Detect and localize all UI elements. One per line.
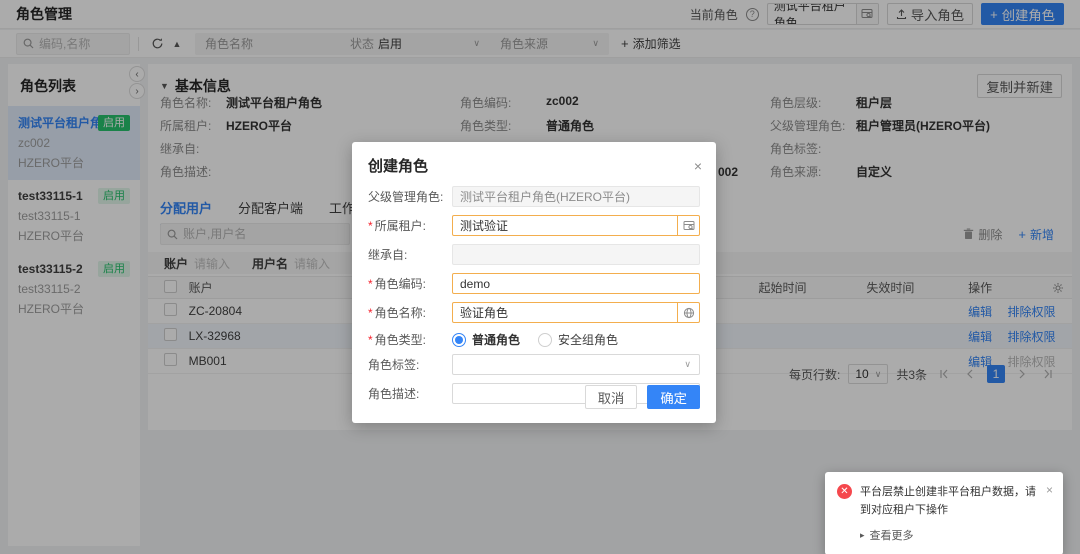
tenant-field[interactable] xyxy=(452,215,700,236)
role-code-field[interactable] xyxy=(452,273,700,294)
role-tag-select[interactable]: ∨ xyxy=(452,354,700,375)
radio-unselected-icon xyxy=(538,333,552,347)
error-toast: ✕ 平台层禁止创建非平台租户数据，请到对应租户下操作 × ▸ 查看更多 xyxy=(825,472,1063,554)
globe-icon[interactable] xyxy=(677,303,699,322)
parent-role-field xyxy=(452,186,700,207)
caret-right-icon: ▸ xyxy=(860,530,865,541)
radio-selected-icon xyxy=(452,333,466,347)
toast-message: 平台层禁止创建非平台租户数据，请到对应租户下操作 xyxy=(860,484,1038,519)
create-role-modal: 创建角色 × 父级管理角色: *所属租户: 继承自: * xyxy=(352,142,716,423)
radio-normal-role[interactable]: 普通角色 xyxy=(452,331,520,348)
role-type-radios: 普通角色 安全组角色 xyxy=(452,331,618,348)
modal-title: 创建角色 xyxy=(368,155,428,176)
role-name-field[interactable] xyxy=(452,302,700,323)
inherit-from-field xyxy=(452,244,700,265)
radio-security-group-role[interactable]: 安全组角色 xyxy=(538,331,618,348)
confirm-button[interactable]: 确定 xyxy=(647,385,700,409)
role-management-page: 角色管理 当前角色 ? 测试平台租户角色 导入角色 + 创建角色 xyxy=(0,0,1080,554)
cancel-button[interactable]: 取消 xyxy=(585,385,638,409)
chevron-down-icon: ∨ xyxy=(684,359,691,370)
lov-icon[interactable] xyxy=(677,216,699,235)
close-icon[interactable]: × xyxy=(694,159,702,173)
view-more-link[interactable]: ▸ 查看更多 xyxy=(860,527,1053,543)
error-icon: ✕ xyxy=(837,484,852,499)
close-icon[interactable]: × xyxy=(1046,484,1053,519)
